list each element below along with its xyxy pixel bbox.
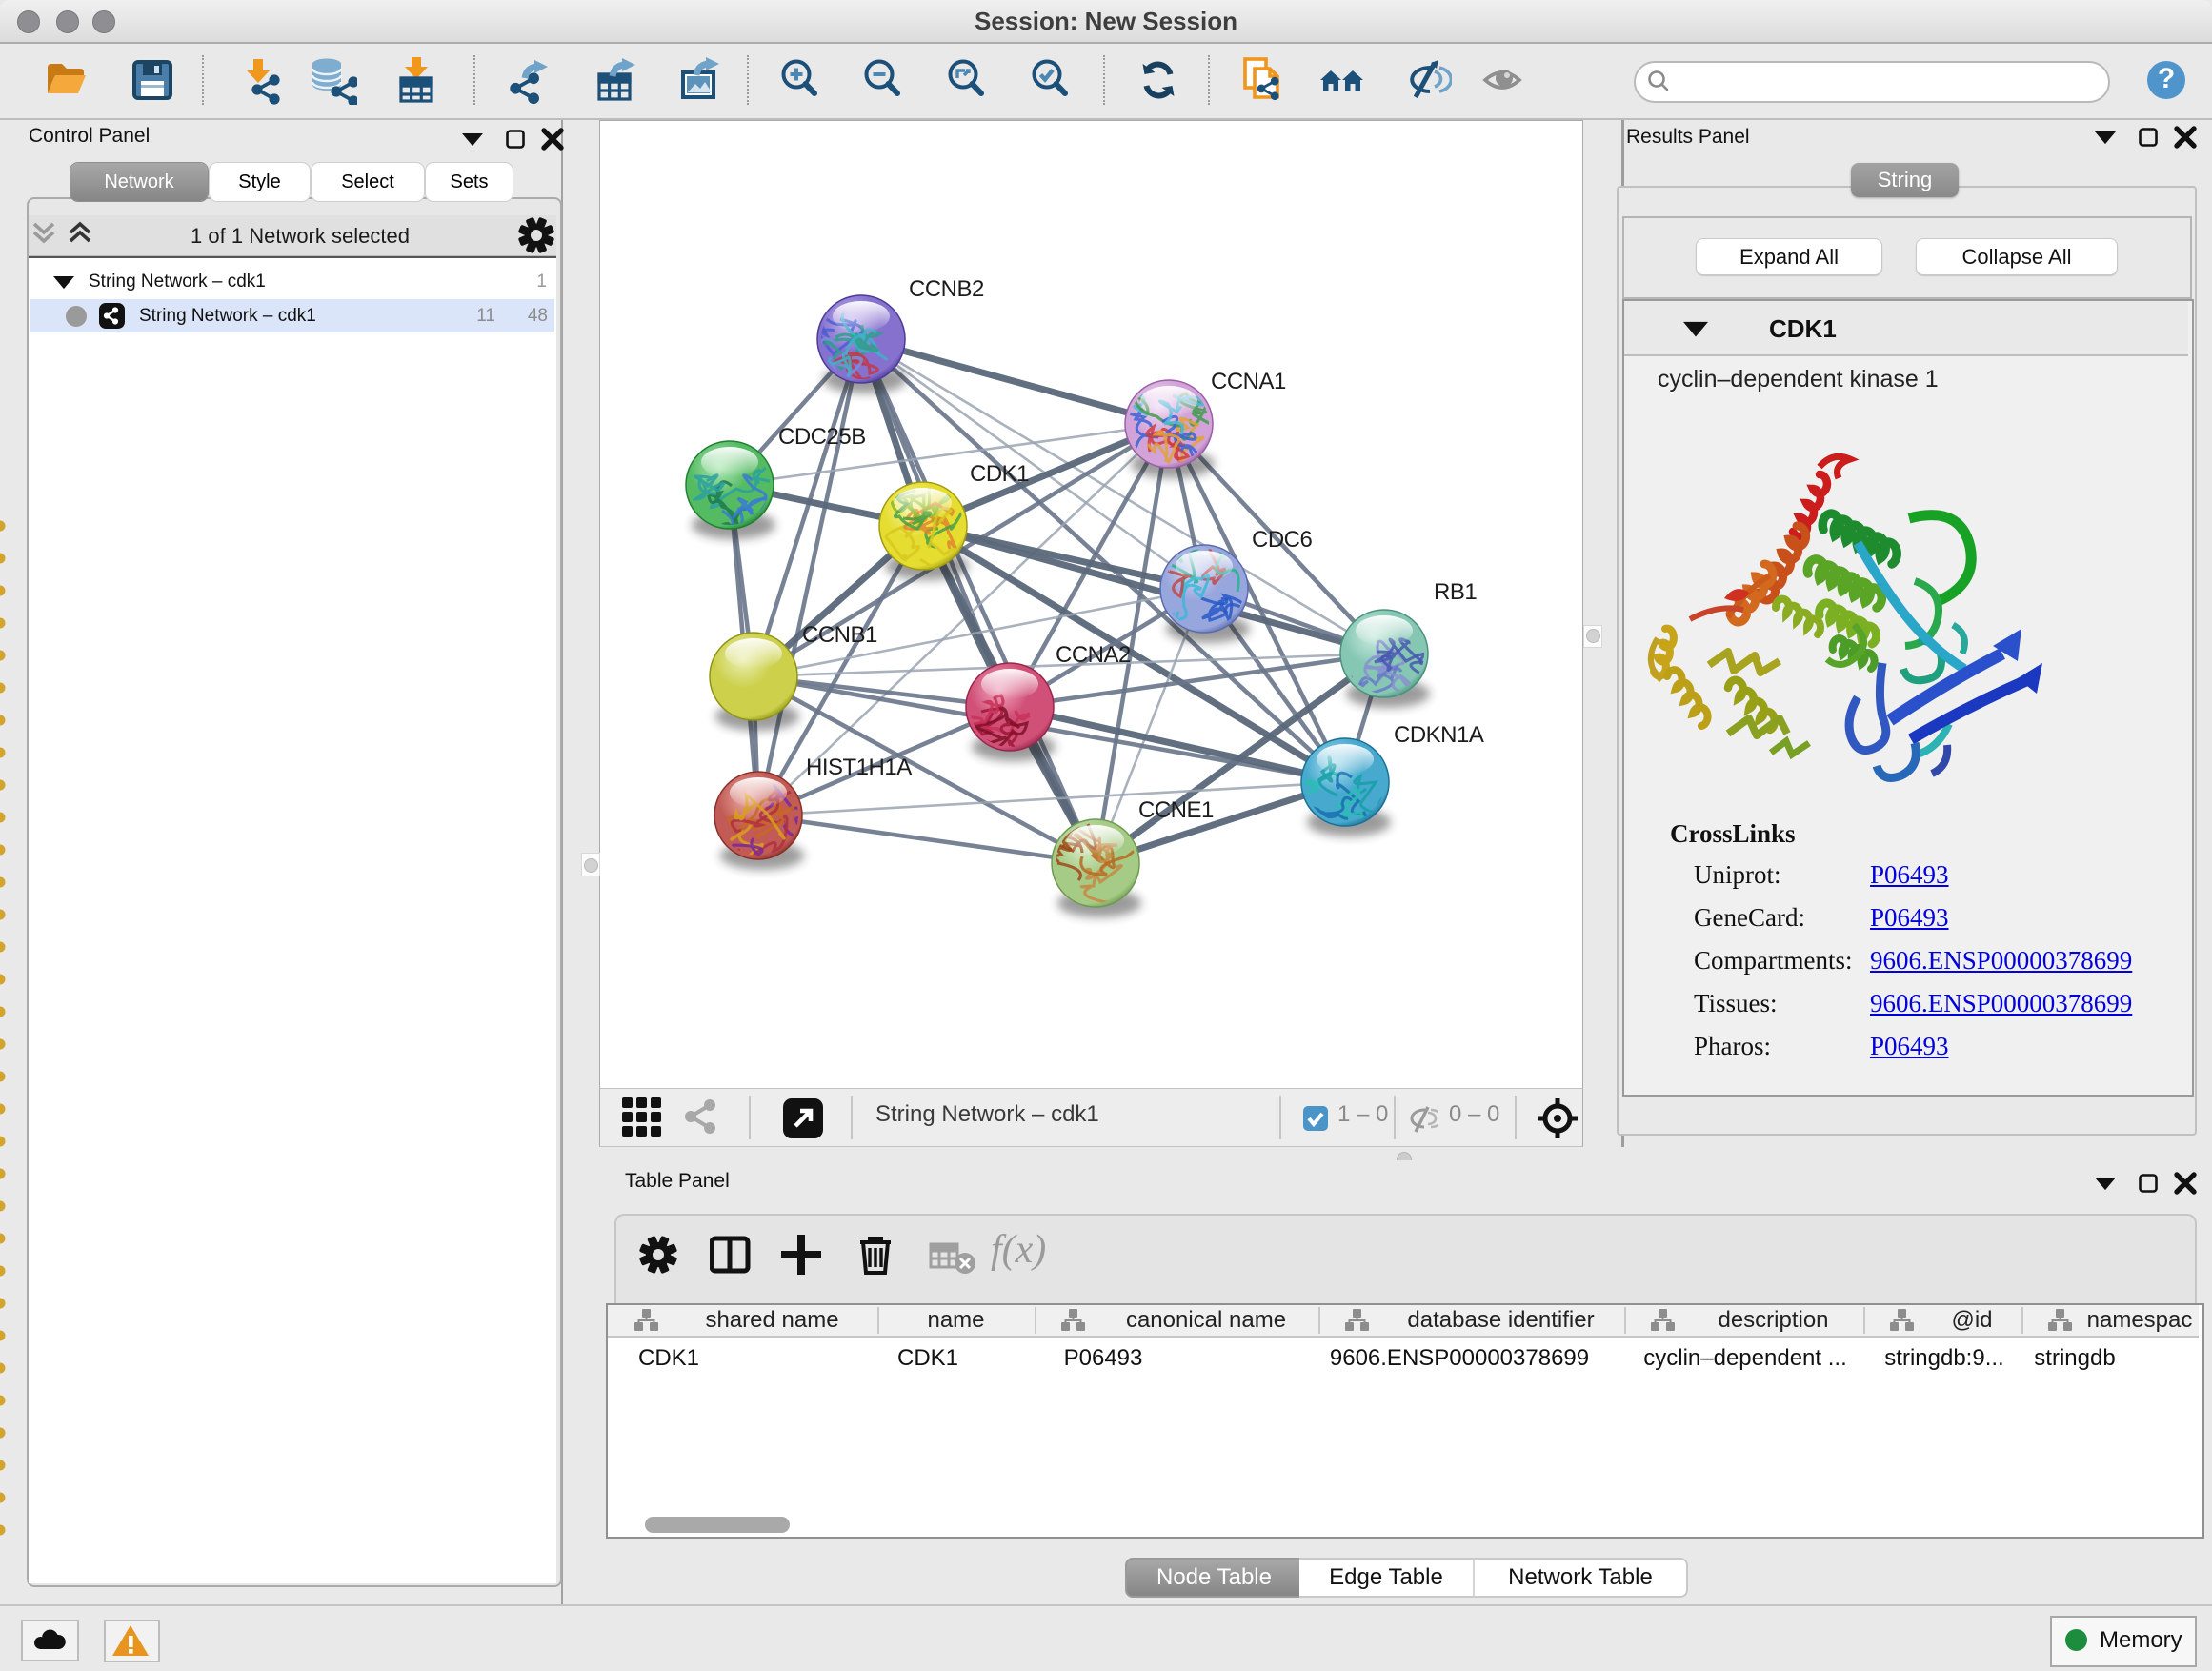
svg-text:RB1: RB1 [1434, 579, 1477, 605]
svg-text:CDK1: CDK1 [970, 461, 1029, 487]
svg-text:CDC6: CDC6 [1252, 527, 1312, 553]
svg-text:CDKN1A: CDKN1A [1394, 722, 1484, 748]
svg-text:?: ? [2158, 63, 2175, 94]
svg-text:CCNA2: CCNA2 [1056, 642, 1131, 668]
svg-text:CCNE1: CCNE1 [1138, 797, 1214, 823]
svg-text:CCNB2: CCNB2 [909, 276, 984, 302]
svg-text:CCNA1: CCNA1 [1211, 369, 1286, 394]
svg-text:HIST1H1A: HIST1H1A [806, 755, 912, 780]
svg-text:CDC25B: CDC25B [778, 424, 866, 450]
svg-text:CCNB1: CCNB1 [802, 622, 877, 648]
